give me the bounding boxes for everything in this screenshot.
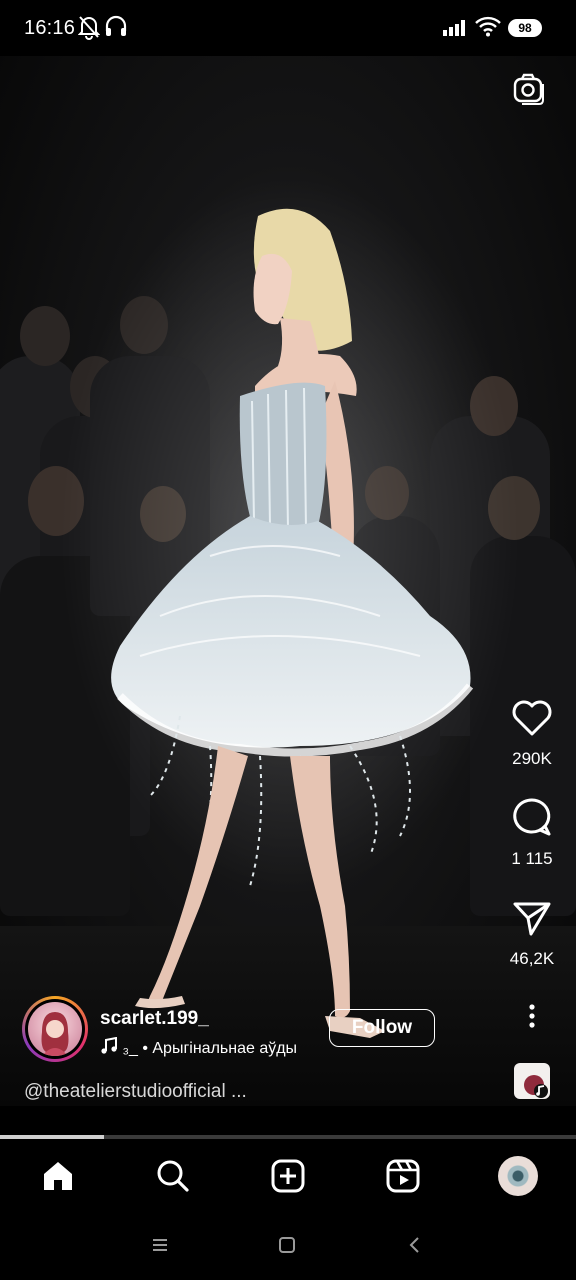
nav-reels[interactable] [379, 1152, 427, 1200]
home-icon [44, 1162, 72, 1190]
signal-icon [443, 18, 469, 41]
username[interactable]: scarlet.199_ [100, 1008, 209, 1030]
audio-prefix: ₃_ • [122, 1040, 148, 1057]
battery-level: 98 [518, 21, 532, 35]
avatar[interactable] [28, 1002, 82, 1056]
reel-video[interactable] [0, 56, 576, 1106]
audio-thumbnail[interactable] [514, 1063, 550, 1099]
share-button[interactable]: 46,2K [504, 898, 560, 969]
headphones-icon [104, 14, 128, 45]
comment-button[interactable]: 1 115 [504, 796, 560, 869]
share-count: 46,2K [509, 949, 555, 968]
battery-icon: 98 [508, 19, 542, 37]
nav-profile[interactable] [494, 1152, 542, 1200]
nav-create[interactable] [264, 1152, 312, 1200]
audio-row[interactable]: ₃_ • Арыгінальнае аўды [100, 1036, 298, 1058]
recents-icon[interactable] [145, 1230, 175, 1260]
nav-home[interactable] [34, 1152, 82, 1200]
home-system-icon[interactable] [272, 1230, 302, 1260]
nav-search[interactable] [149, 1152, 197, 1200]
like-count: 290K [512, 749, 552, 768]
camera-icon[interactable] [512, 72, 546, 111]
heart-icon [512, 700, 552, 736]
comment-count: 1 115 [511, 849, 553, 868]
reels-icon [386, 1159, 420, 1193]
wifi-icon [474, 15, 502, 42]
search-icon [157, 1160, 189, 1192]
mute-notifications-icon [77, 14, 101, 45]
like-button[interactable]: 290K [504, 698, 560, 769]
send-icon [513, 902, 551, 936]
caption[interactable]: @theatelierstudioofficial ... [24, 1081, 247, 1103]
audio-label: Арыгінальнае аўды [152, 1040, 298, 1057]
runway-model [60, 176, 520, 1038]
status-time: 16:16 [24, 17, 76, 39]
follow-button[interactable]: Follow [329, 1009, 435, 1047]
profile-avatar [498, 1156, 538, 1196]
comment-icon [513, 798, 551, 836]
music-note-icon [101, 1036, 117, 1054]
more-options-icon[interactable] [520, 1003, 544, 1036]
create-icon [271, 1159, 305, 1193]
back-icon[interactable] [399, 1230, 429, 1260]
